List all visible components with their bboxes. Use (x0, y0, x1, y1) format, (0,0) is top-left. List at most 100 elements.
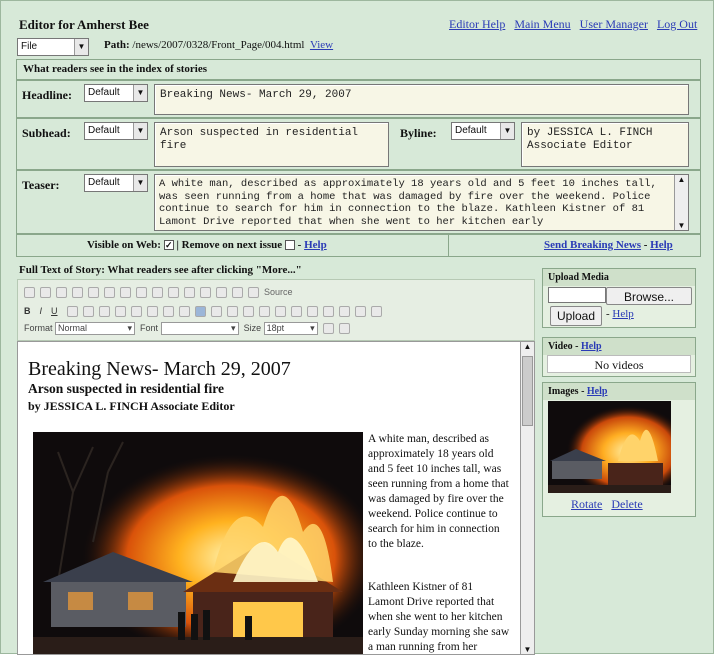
teaser-input[interactable]: A white man, described as approximately … (154, 174, 689, 231)
text-color-icon[interactable] (322, 323, 334, 334)
headline-input[interactable]: Breaking News- March 29, 2007 (154, 84, 689, 115)
byline-style-select[interactable]: Default ▼ (451, 122, 515, 140)
scroll-thumb[interactable] (522, 356, 533, 426)
flash-icon[interactable] (322, 305, 334, 317)
source-icon[interactable] (248, 286, 259, 298)
editor-help-link[interactable]: Editor Help (449, 17, 505, 31)
undo-icon[interactable] (120, 286, 131, 298)
breaking-help-link[interactable]: Help (650, 239, 673, 251)
underline-icon[interactable]: U (51, 306, 58, 316)
indent-icon[interactable] (162, 305, 174, 317)
story-byline: by JESSICA L. FINCH Associate Editor (28, 399, 235, 413)
justify-icon[interactable] (242, 305, 254, 317)
find-icon[interactable] (152, 286, 163, 298)
subhead-style-select[interactable]: Default ▼ (84, 122, 148, 140)
path-row: Path: /news/2007/0328/Front_Page/004.htm… (104, 39, 333, 51)
fulltext-caption: Full Text of Story: What readers see aft… (19, 264, 302, 276)
italic-icon[interactable]: I (40, 306, 43, 316)
align-left-icon[interactable] (194, 305, 206, 317)
story-editor[interactable]: Breaking News- March 29, 2007 Arson susp… (17, 341, 535, 655)
align-right-icon[interactable] (226, 305, 238, 317)
eraser-icon[interactable] (200, 286, 211, 298)
blockquote-icon[interactable] (178, 305, 190, 317)
browse-button[interactable]: Browse... (606, 287, 692, 305)
superscript-icon[interactable] (98, 305, 110, 317)
toolbar-row-2: B I U (24, 303, 387, 318)
replace-icon[interactable] (168, 286, 179, 298)
print-icon[interactable] (104, 286, 115, 298)
scroll-down-icon[interactable]: ▼ (521, 645, 534, 654)
source-button-label[interactable]: Source (264, 287, 293, 297)
bold-icon[interactable]: B (24, 306, 31, 316)
unlink-icon[interactable] (274, 305, 286, 317)
bullet-list-icon[interactable] (130, 305, 142, 317)
redo-icon[interactable] (136, 286, 147, 298)
align-center-icon[interactable] (210, 305, 222, 317)
template-icon[interactable] (216, 286, 227, 298)
paste-text-icon[interactable] (72, 286, 83, 298)
scroll-up-icon[interactable]: ▲ (521, 342, 534, 351)
visible-label: Visible on Web: (87, 239, 161, 251)
rule-icon[interactable] (354, 305, 366, 317)
upload-media-panel: Upload Media Browse... Upload - Help (542, 268, 696, 328)
upload-media-title: Upload Media (543, 269, 695, 286)
remove-checkbox[interactable] (284, 240, 295, 251)
logout-link[interactable]: Log Out (657, 17, 697, 31)
editor-scrollbar[interactable]: ▲ ▼ (520, 342, 534, 654)
table-icon[interactable] (338, 305, 350, 317)
teaser-style-value: Default (88, 177, 120, 188)
format-label: Format (24, 322, 53, 333)
no-videos-text: No videos (547, 355, 691, 373)
font-label: Font (140, 322, 159, 333)
smiley-icon[interactable] (370, 305, 382, 317)
link-icon[interactable] (258, 305, 270, 317)
cut-icon[interactable] (24, 286, 35, 298)
headline-label: Headline: (22, 88, 72, 102)
background-color-icon[interactable] (338, 323, 350, 334)
chevron-down-icon: ▼ (74, 39, 88, 55)
paste-icon[interactable] (56, 286, 67, 298)
toolbar-row-1: Source (24, 284, 293, 299)
headline-style-select[interactable]: Default ▼ (84, 84, 148, 102)
teaser-scrollbar[interactable]: ▲ ▼ (674, 175, 688, 230)
delete-link[interactable]: Delete (611, 497, 642, 511)
path-label: Path: (104, 39, 130, 51)
preview-icon[interactable] (232, 286, 243, 298)
outdent-icon[interactable] (146, 305, 158, 317)
scroll-down-icon[interactable]: ▼ (675, 221, 688, 230)
video-help-link[interactable]: Help (581, 341, 602, 352)
select-all-icon[interactable] (184, 286, 195, 298)
visibility-help-link[interactable]: Help (304, 239, 327, 251)
subscript-icon[interactable] (82, 305, 94, 317)
numbered-list-icon[interactable] (114, 305, 126, 317)
byline-input[interactable]: by JESSICA L. FINCH Associate Editor (521, 122, 689, 167)
view-link[interactable]: View (310, 39, 333, 51)
anchor-icon[interactable] (290, 305, 302, 317)
copy-icon[interactable] (40, 286, 51, 298)
fire-thumbnail[interactable] (548, 401, 671, 493)
rotate-link[interactable]: Rotate (571, 497, 602, 511)
send-breaking-news-link[interactable]: Send Breaking News (544, 239, 641, 251)
visible-checkbox[interactable]: ✓ (163, 240, 174, 251)
chevron-down-icon: ▼ (133, 123, 147, 139)
font-select[interactable]: ▾ (160, 322, 239, 335)
chevron-down-icon: ▾ (127, 323, 133, 333)
upload-help-link[interactable]: Help (612, 308, 633, 320)
story-paragraph-2: Kathleen Kistner of 81 Lamont Drive repo… (368, 581, 510, 653)
format-select[interactable]: Normal ▾ (55, 322, 136, 335)
strike-icon[interactable] (66, 305, 78, 317)
subhead-input[interactable]: Arson suspected in residential fire (154, 122, 389, 167)
teaser-style-select[interactable]: Default ▼ (84, 174, 148, 192)
scroll-up-icon[interactable]: ▲ (675, 175, 688, 184)
path-value: /news/2007/0328/Front_Page/004.html (132, 39, 305, 51)
upload-button[interactable]: Upload (550, 306, 602, 326)
file-select[interactable]: File ▼ (17, 38, 89, 56)
images-help-link[interactable]: Help (587, 386, 608, 397)
paste-word-icon[interactable] (88, 286, 99, 298)
editor-window: Editor for Amherst Bee Editor Help Main … (0, 0, 714, 655)
image-icon[interactable] (306, 305, 318, 317)
upload-file-input[interactable] (548, 287, 606, 303)
main-menu-link[interactable]: Main Menu (514, 17, 570, 31)
size-select[interactable]: 18pt ▾ (263, 322, 318, 335)
user-manager-link[interactable]: User Manager (580, 17, 648, 31)
